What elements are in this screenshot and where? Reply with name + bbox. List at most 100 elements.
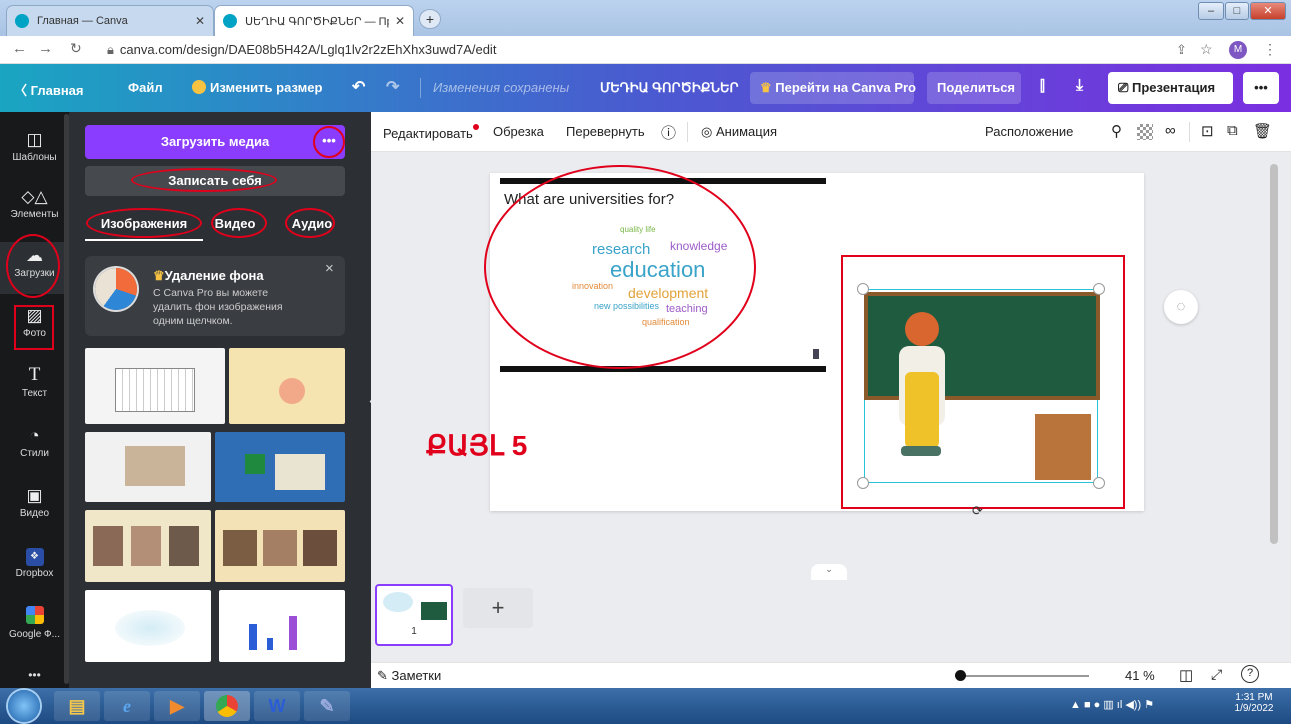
insights-chart-icon[interactable]: ⫿ <box>1040 78 1045 95</box>
zoom-slider[interactable] <box>959 675 1089 677</box>
close-window-button[interactable]: ✕ <box>1250 2 1286 20</box>
tray-icons[interactable]: ▲ ■ ● ▥ ıl ◀)) ⚑ <box>1070 698 1154 711</box>
close-promo-icon[interactable]: × <box>325 260 334 277</box>
back-home-button[interactable]: 〈 Главная <box>14 80 84 99</box>
upload-thumbnail[interactable] <box>215 510 345 582</box>
upload-thumbnail[interactable] <box>219 590 345 662</box>
rail-item-video[interactable]: ▣ Видео <box>0 486 69 519</box>
minimize-button[interactable]: – <box>1198 2 1224 20</box>
page-view-icon[interactable]: ◫ <box>1179 666 1193 684</box>
palette-icon: ◔ <box>29 426 40 445</box>
comment-icon[interactable]: ◌ <box>1164 290 1198 324</box>
upload-thumbnail[interactable] <box>85 432 211 502</box>
url-field[interactable]: 🔒︎ canva.com/design/DAE08b5H42A/Lglq1lv2r… <box>107 42 496 58</box>
duplicate-icon[interactable]: ⧉ <box>1227 122 1238 139</box>
browser-tab-design[interactable]: ՍԵՂԻԱ ԳՈՐԾԻՔՆԵՐ — Презе ✕ <box>214 5 414 36</box>
profile-avatar[interactable]: M <box>1229 41 1247 59</box>
present-button[interactable]: ⎚ Презентация <box>1108 72 1233 104</box>
close-tab-icon[interactable]: ✕ <box>195 14 205 28</box>
rail-item-text[interactable]: T Текст <box>0 364 69 399</box>
upload-thumbnail[interactable] <box>85 590 211 662</box>
slide[interactable]: What are universities for? research know… <box>426 165 1144 518</box>
copy-style-icon[interactable]: ⚲ <box>1111 122 1122 140</box>
upload-media-button[interactable]: Загрузить медиа <box>85 125 345 159</box>
upload-thumbnail[interactable] <box>85 510 211 582</box>
upload-thumbnail[interactable] <box>229 348 345 424</box>
upload-more-button[interactable]: ••• <box>313 126 345 158</box>
resize-handle[interactable] <box>1093 477 1105 489</box>
animate-button[interactable]: ◎ Анимация <box>701 124 777 140</box>
rotate-icon[interactable]: ⟳ <box>972 503 983 519</box>
lock-icon[interactable]: ⊡ <box>1201 122 1214 140</box>
fullscreen-icon[interactable]: ⤢ <box>1211 666 1222 683</box>
canvas-vertical-scrollbar[interactable] <box>1270 164 1278 544</box>
share-page-icon[interactable]: ⇪ <box>1176 42 1187 58</box>
chrome-taskbar-icon[interactable] <box>204 691 250 721</box>
upload-thumbnail[interactable] <box>85 348 225 424</box>
annotation-circle <box>285 208 335 238</box>
rail-item-elements[interactable]: ◇△ Элементы <box>0 187 69 220</box>
new-tab-button[interactable]: + <box>419 9 441 29</box>
bg-remover-promo[interactable]: ♛Удаление фона С Canva Pro вы можете уда… <box>85 256 345 336</box>
reload-icon[interactable]: ↻ <box>70 40 82 57</box>
notes-button[interactable]: ✎ Заметки <box>377 668 441 684</box>
ie-taskbar-icon[interactable]: e <box>104 691 150 721</box>
file-menu[interactable]: Файл <box>128 80 163 95</box>
rail-item-google-photos[interactable]: Google Ф... <box>0 606 69 640</box>
left-rail: ◫ Шаблоны ◇△ Элементы ☁ Загрузки ▨ Фото T Тек… <box>0 112 69 688</box>
explorer-taskbar-icon[interactable]: ▤ <box>54 691 100 721</box>
document-title[interactable]: ՄԵԴԻԱ ԳՈՐԾԻՔՆԵՐ <box>600 80 739 96</box>
trash-icon[interactable]: 🗑︎ <box>1253 122 1272 140</box>
selected-image[interactable] <box>864 289 1100 483</box>
resize-handle[interactable] <box>857 477 869 489</box>
transparency-icon[interactable] <box>1137 124 1153 140</box>
info-icon[interactable]: ⓘ <box>661 122 676 143</box>
upload-thumbnail[interactable] <box>215 432 345 502</box>
promo-title-text: Удаление фона <box>164 268 264 283</box>
add-page-button[interactable]: + <box>463 588 533 628</box>
position-button[interactable]: Расположение <box>985 124 1073 139</box>
resize-handle[interactable] <box>1093 283 1105 295</box>
zoom-slider-knob[interactable] <box>955 670 966 681</box>
help-button[interactable]: ? <box>1241 665 1259 683</box>
page-number: 1 <box>411 626 417 637</box>
zoom-level[interactable]: 41 % <box>1125 668 1155 683</box>
header-divider <box>420 78 421 98</box>
browser-menu-icon[interactable]: ⋮ <box>1263 41 1277 58</box>
rail-item-dropbox[interactable]: ❖ Dropbox <box>0 548 69 579</box>
bookmark-star-icon[interactable]: ☆ <box>1200 41 1213 58</box>
clock[interactable]: 1:31 PM 1/9/2022 <box>1226 692 1282 714</box>
share-button[interactable]: Поделиться <box>927 72 1021 104</box>
forward-arrow-icon[interactable]: → <box>38 40 53 57</box>
rail-item-styles[interactable]: ◔ Стили <box>0 426 69 459</box>
resize-button[interactable]: Изменить размер <box>192 80 322 95</box>
person-icon <box>813 349 819 359</box>
undo-icon[interactable]: ↶ <box>352 77 365 97</box>
rail-item-templates[interactable]: ◫ Шаблоны <box>0 130 69 163</box>
tab-title: ՍԵՂԻԱ ԳՈՐԾԻՔՆԵՐ — Презе <box>245 15 389 28</box>
edit-image-button[interactable]: Редактировать <box>383 124 479 141</box>
expand-pages-icon[interactable]: ⌄ <box>811 564 847 580</box>
canva-pro-button[interactable]: ♛ Перейти на Canva Pro <box>750 72 916 104</box>
flip-button[interactable]: Перевернуть <box>566 124 645 139</box>
word-taskbar-icon[interactable]: W <box>254 691 300 721</box>
browser-tab-home[interactable]: Главная — Canva ✕ <box>6 5 214 36</box>
paint-taskbar-icon[interactable]: ✎ <box>304 691 350 721</box>
maximize-button[interactable]: □ <box>1225 2 1249 20</box>
media-player-taskbar-icon[interactable]: ▶ <box>154 691 200 721</box>
crop-button[interactable]: Обрезка <box>493 124 544 139</box>
uploads-panel: Загрузить медиа ••• Записать себя Изобра… <box>69 112 371 688</box>
start-button[interactable] <box>8 690 40 722</box>
canva-favicon <box>15 14 29 28</box>
context-toolbar: Редактировать Обрезка Перевернуть ⓘ ◎ Ан… <box>371 112 1291 152</box>
active-tab-indicator <box>85 239 203 241</box>
close-tab-icon[interactable]: ✕ <box>395 14 405 28</box>
back-arrow-icon[interactable]: ← <box>12 40 27 57</box>
download-icon[interactable]: ⤓ <box>1076 77 1083 95</box>
redo-icon[interactable]: ↷ <box>386 77 399 97</box>
rail-item-more[interactable]: ••• <box>0 668 69 682</box>
page-thumbnail[interactable]: 1 <box>375 584 453 646</box>
more-options-button[interactable]: ••• <box>1243 72 1279 104</box>
link-icon[interactable]: ∞ <box>1165 122 1176 139</box>
resize-handle[interactable] <box>857 283 869 295</box>
